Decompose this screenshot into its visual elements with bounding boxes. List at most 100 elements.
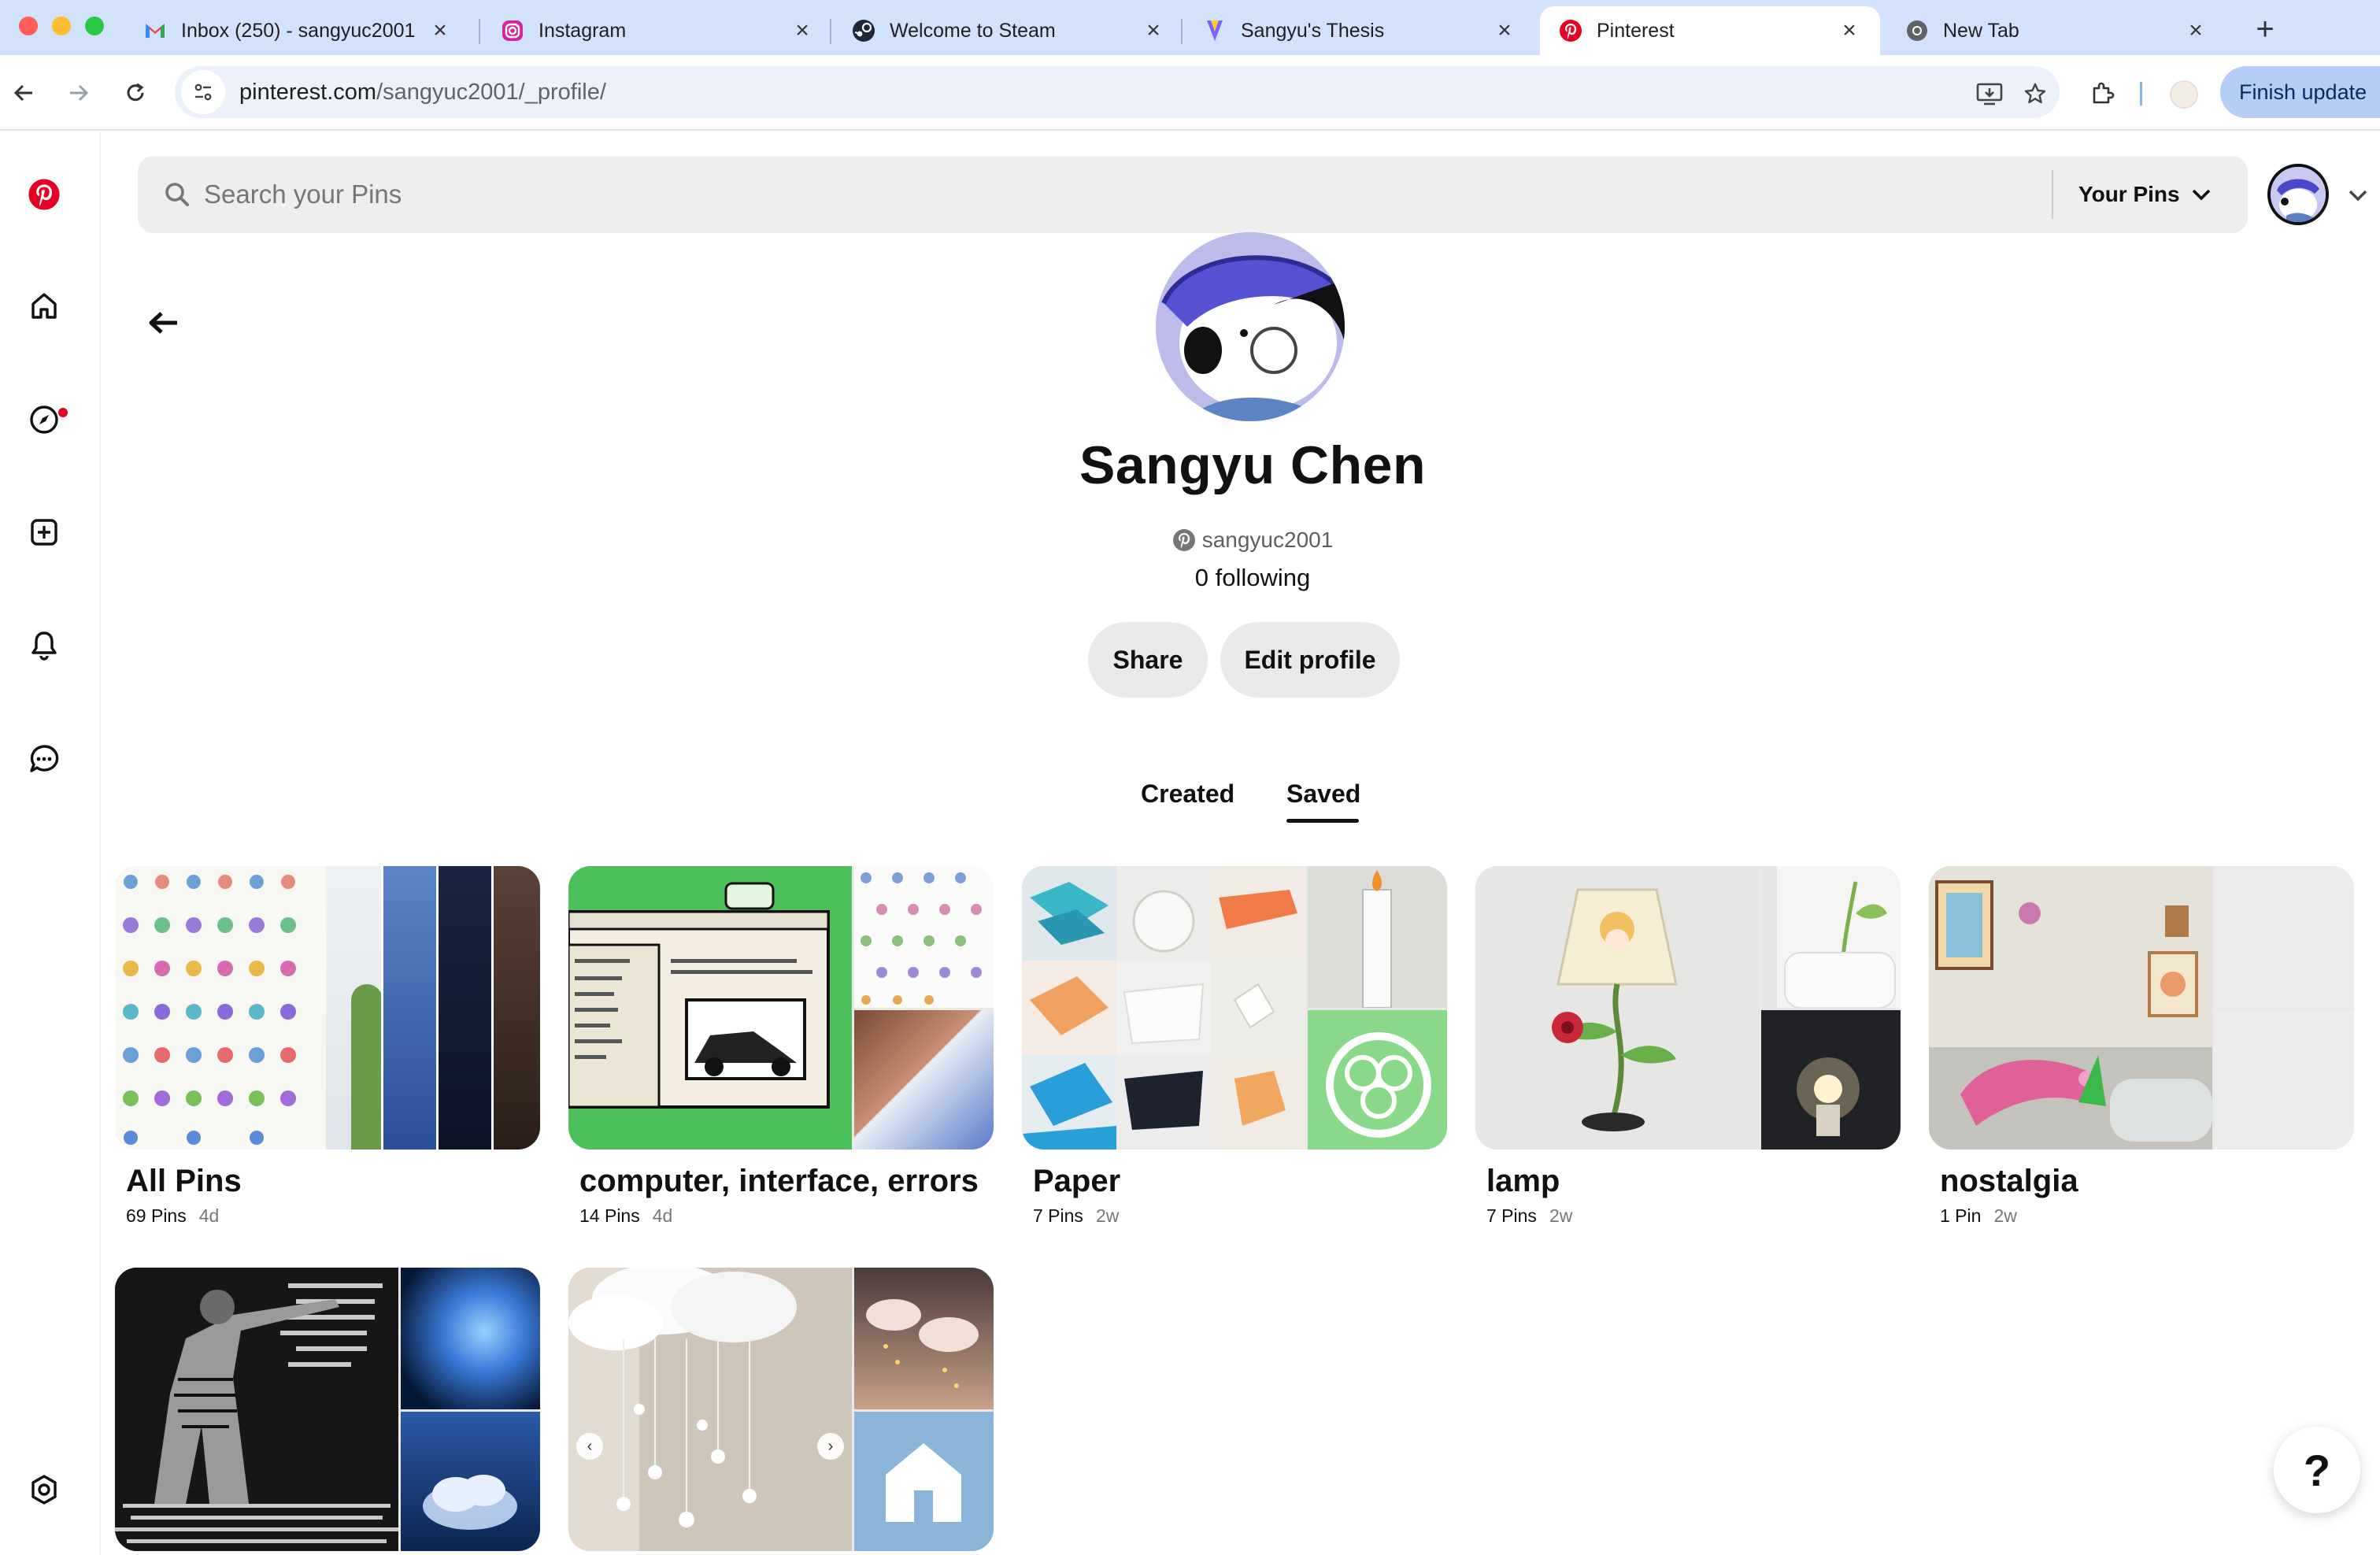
browser-tab-gmail[interactable]: Inbox (250) - sangyuc2001 × xyxy=(124,6,471,55)
pin-count: 69 Pins xyxy=(126,1205,187,1226)
pin-thumbnail xyxy=(1308,866,1447,1009)
board-cover xyxy=(115,1268,540,1551)
pin-thumbnail xyxy=(1929,866,2212,1150)
pinterest-sidebar xyxy=(0,132,101,1555)
browser-tab-strip: Inbox (250) - sangyuc2001 × Instagram × … xyxy=(0,0,2380,55)
tab-close-icon[interactable]: × xyxy=(2184,17,2208,44)
url-host: pinterest.com xyxy=(239,79,377,105)
settings-icon[interactable] xyxy=(22,1468,66,1512)
pinterest-small-icon xyxy=(1172,529,1195,551)
reload-button[interactable] xyxy=(115,72,156,113)
pin-thumbnail xyxy=(115,1268,398,1551)
pin-thumbnail xyxy=(1022,866,1305,1150)
back-arrow-icon[interactable] xyxy=(140,299,187,346)
tab-created[interactable]: Created xyxy=(1141,779,1234,809)
create-plus-icon[interactable] xyxy=(22,510,66,554)
browser-tab-steam[interactable]: Welcome to Steam × xyxy=(833,6,1184,55)
gmail-icon xyxy=(143,19,167,43)
new-tab-button[interactable]: + xyxy=(2245,9,2285,49)
carousel-prev-button[interactable]: ‹ xyxy=(576,1433,603,1460)
pin-thumbnail xyxy=(2215,1010,2354,1150)
board-cover xyxy=(1929,866,2354,1150)
pin-thumbnail xyxy=(568,1268,852,1551)
tab-separator xyxy=(479,19,480,44)
chrome-profile-avatar[interactable] xyxy=(2170,80,2198,109)
tab-separator xyxy=(1181,19,1183,44)
back-button[interactable] xyxy=(3,72,44,113)
pin-thumbnail xyxy=(1761,866,1901,1009)
window-minimize-button[interactable] xyxy=(52,17,71,35)
search-input[interactable] xyxy=(204,180,2015,209)
tab-saved[interactable]: Saved xyxy=(1286,779,1360,809)
help-button[interactable]: ? xyxy=(2274,1427,2360,1513)
explore-compass-icon[interactable] xyxy=(22,398,66,442)
pinterest-logo-icon[interactable] xyxy=(22,172,66,217)
board-card[interactable]: nostalgia 1 Pin 2w xyxy=(1929,866,2354,1227)
board-card[interactable] xyxy=(115,1268,540,1551)
arrow-right-icon xyxy=(70,84,89,102)
url-text: pinterest.com/sangyuc2001/_profile/ xyxy=(239,80,606,106)
messages-icon[interactable] xyxy=(22,737,66,781)
share-button[interactable]: Share xyxy=(1088,622,1208,698)
active-tab-indicator xyxy=(1286,819,1359,823)
tab-close-icon[interactable]: × xyxy=(428,17,452,44)
browser-tab-instagram[interactable]: Instagram × xyxy=(482,6,833,55)
browser-tab-new-tab[interactable]: New Tab × xyxy=(1886,6,2226,55)
your-pins-filter[interactable]: Your Pins xyxy=(2078,156,2212,233)
pin-thumbnail xyxy=(854,1010,994,1150)
bookmark-star-icon[interactable] xyxy=(2015,74,2055,113)
tab-close-icon[interactable]: × xyxy=(790,17,814,44)
site-info-icon[interactable] xyxy=(181,70,225,114)
board-card[interactable]: Paper 7 Pins 2w xyxy=(1022,866,1447,1227)
pin-thumbnail xyxy=(854,866,994,1008)
forward-button[interactable] xyxy=(58,72,99,113)
edit-profile-button[interactable]: Edit profile xyxy=(1220,622,1400,698)
extensions-icon[interactable] xyxy=(2082,72,2123,113)
browser-tab-thesis[interactable]: Sangyu's Thesis × xyxy=(1184,6,1535,55)
address-bar[interactable]: pinterest.com/sangyuc2001/_profile/ xyxy=(175,66,2060,118)
board-cover: ‹ › xyxy=(568,1268,994,1551)
pin-thumbnail xyxy=(351,984,383,1150)
board-cover xyxy=(568,866,994,1150)
window-close-button[interactable] xyxy=(19,17,38,35)
board-cover xyxy=(1475,866,1901,1150)
browser-tab-pinterest[interactable]: Pinterest × xyxy=(1540,6,1880,55)
window-zoom-button[interactable] xyxy=(85,17,104,35)
board-title: lamp xyxy=(1486,1164,1560,1198)
search-icon xyxy=(161,179,193,210)
board-card[interactable]: All Pins 69 Pins 4d xyxy=(115,866,540,1227)
tab-close-icon[interactable]: × xyxy=(1142,17,1165,44)
finish-update-button[interactable]: Finish update xyxy=(2220,66,2380,118)
account-menu-chevron-icon[interactable] xyxy=(2342,181,2374,209)
chrome-icon xyxy=(1905,19,1929,43)
instagram-icon xyxy=(501,19,524,43)
pin-thumbnail xyxy=(491,866,540,1150)
profile-name: Sangyu Chen xyxy=(1079,435,1426,495)
pin-thumbnail xyxy=(436,866,491,1150)
tab-title: Welcome to Steam xyxy=(890,19,1056,42)
arrow-left-icon xyxy=(13,84,32,102)
carousel-next-button[interactable]: › xyxy=(817,1433,844,1460)
pin-count: 7 Pins xyxy=(1486,1205,1537,1226)
pin-thumbnail xyxy=(115,866,326,1150)
board-meta: 1 Pin 2w xyxy=(1940,1205,2354,1227)
following-count[interactable]: 0 following xyxy=(1032,564,1473,592)
tab-title: Instagram xyxy=(539,19,627,42)
reload-icon xyxy=(127,83,144,102)
pin-thumbnail xyxy=(2215,866,2354,1008)
profile-username: sangyuc2001 xyxy=(1032,528,1473,553)
steam-icon xyxy=(852,19,875,43)
home-icon[interactable] xyxy=(22,284,66,328)
install-app-icon[interactable] xyxy=(1970,74,2009,113)
board-card[interactable]: ‹ › xyxy=(568,1268,994,1551)
board-card[interactable]: lamp 7 Pins 2w xyxy=(1475,866,1901,1227)
pin-thumbnail xyxy=(1308,1010,1447,1150)
tab-close-icon[interactable]: × xyxy=(1838,17,1861,44)
board-age: 4d xyxy=(198,1205,220,1226)
board-card[interactable]: computer, interface, errors 14 Pins 4d xyxy=(568,866,994,1227)
tab-close-icon[interactable]: × xyxy=(1493,17,1516,44)
pin-thumbnail xyxy=(854,1268,994,1409)
header-avatar[interactable] xyxy=(2267,164,2329,225)
notifications-bell-icon[interactable] xyxy=(22,624,66,668)
notification-dot xyxy=(58,408,68,417)
